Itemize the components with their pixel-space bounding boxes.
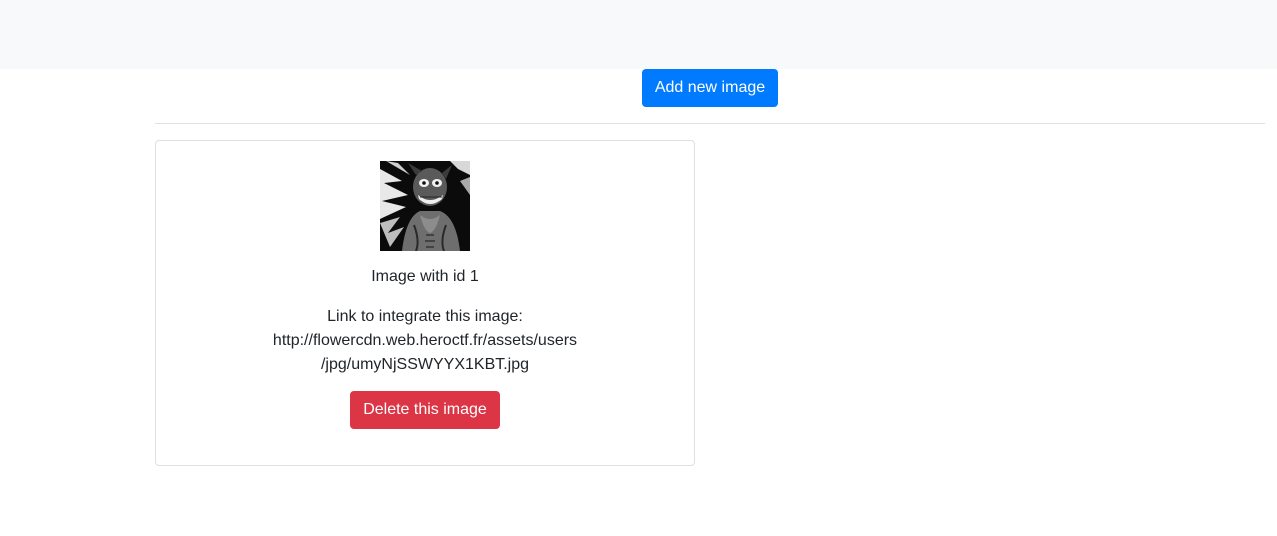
creature-image-icon <box>380 161 470 251</box>
image-card: Image with id 1 Link to integrate this i… <box>155 140 695 466</box>
integration-link-url-line1: http://flowercdn.web.heroctf.fr/assets/u… <box>272 332 578 349</box>
divider <box>155 123 1265 124</box>
add-new-image-button[interactable]: Add new image <box>642 69 778 107</box>
integration-link-block: Link to integrate this image: http://flo… <box>156 305 694 377</box>
integration-link-label: Link to integrate this image: <box>327 308 523 325</box>
integration-link-url-line2: /jpg/umyNjSSWYYX1KBT.jpg <box>320 356 530 373</box>
top-navbar <box>0 0 1277 69</box>
image-thumbnail <box>380 161 470 251</box>
image-caption: Image with id 1 <box>371 268 479 285</box>
delete-image-button[interactable]: Delete this image <box>350 391 500 429</box>
